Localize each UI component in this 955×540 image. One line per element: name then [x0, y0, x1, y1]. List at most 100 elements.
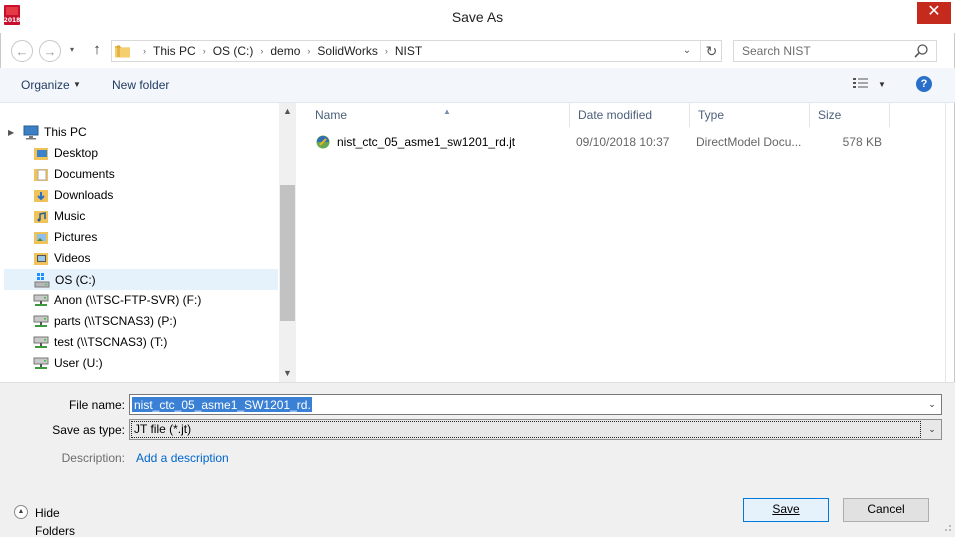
toolbar: Organize ▼ New folder ▼ ? [0, 68, 955, 103]
save-options-panel: File name: ⌄ Save as type: JT file (*.jt… [0, 382, 955, 538]
file-name-dropdown-button[interactable]: ⌄ [924, 396, 940, 413]
navigation-pane[interactable]: ▶ This PC Desktop Documents Downloads Mu… [0, 103, 296, 382]
sidebar-item-label: Anon (\\TSC-FTP-SVR) (F:) [54, 293, 202, 307]
cancel-button[interactable]: Cancel [843, 498, 929, 522]
view-dropdown-icon[interactable]: ▼ [878, 80, 886, 89]
title-bar[interactable]: 2018 Save As ✕ [0, 0, 955, 33]
close-icon: ✕ [927, 3, 941, 20]
column-header-label: Date modified [578, 108, 653, 122]
breadcrumb: › This PC › OS (C:) › demo › SolidWorks … [136, 41, 422, 61]
scroll-up-button[interactable]: ▲ [279, 103, 296, 120]
sidebar-item-documents[interactable]: Documents [4, 164, 278, 185]
breadcrumb-separator[interactable]: › [203, 41, 206, 61]
search-input[interactable] [734, 41, 912, 61]
view-options-icon[interactable] [852, 77, 870, 91]
help-icon[interactable]: ? [916, 76, 932, 92]
breadcrumb-solidworks[interactable]: SolidWorks [317, 41, 377, 61]
scroll-down-button[interactable]: ▼ [279, 365, 296, 382]
chevron-down-icon: ⌄ [682, 45, 692, 56]
search-icon[interactable] [912, 42, 930, 60]
breadcrumb-separator[interactable]: › [260, 41, 263, 61]
sidebar-item-music[interactable]: Music [4, 206, 278, 227]
address-bar[interactable]: › This PC › OS (C:) › demo › SolidWorks … [111, 40, 722, 62]
sidebar-item-user-drive[interactable]: User (U:) [4, 353, 278, 374]
computer-icon [23, 125, 39, 140]
file-name-input[interactable] [132, 397, 312, 412]
pictures-folder-icon [34, 232, 48, 244]
refresh-icon: ↻ [705, 43, 718, 59]
save-as-type-dropdown-button[interactable]: ⌄ [924, 421, 940, 438]
chevron-down-icon: ⌄ [928, 424, 936, 434]
breadcrumb-this-pc[interactable]: This PC [153, 41, 196, 61]
breadcrumb-nist[interactable]: NIST [395, 41, 422, 61]
sidebar-item-parts-drive[interactable]: parts (\\TSCNAS3) (P:) [4, 311, 278, 332]
file-row[interactable]: nist_ctc_05_asme1_sw1201_rd.jt 09/10/201… [307, 131, 927, 153]
column-header-name[interactable]: Name ▲ [307, 103, 570, 127]
jt-file-icon [316, 135, 330, 149]
sidebar-item-downloads[interactable]: Downloads [4, 185, 278, 206]
sort-ascending-icon: ▲ [443, 107, 451, 116]
back-button[interactable]: ← [11, 40, 33, 62]
save-as-type-label: Save as type: [52, 423, 125, 437]
sidebar-item-os-c[interactable]: OS (C:) [4, 269, 278, 290]
organize-button[interactable]: Organize [21, 78, 70, 92]
sidebar-item-label: User (U:) [54, 356, 103, 370]
column-header-date-modified[interactable]: Date modified [570, 103, 690, 127]
address-dropdown-button[interactable]: ⌄ [679, 43, 695, 59]
sidebar-item-label: Music [54, 209, 86, 223]
breadcrumb-separator: › [143, 46, 146, 56]
forward-button[interactable]: → [39, 40, 61, 62]
sidebar-item-label: parts (\\TSCNAS3) (P:) [54, 314, 177, 328]
save-as-type-select[interactable]: JT file (*.jt) ⌄ [129, 419, 942, 440]
sidebar-item-pictures[interactable]: Pictures [4, 227, 278, 248]
breadcrumb-separator[interactable]: › [385, 41, 388, 61]
save-as-type-value[interactable]: JT file (*.jt) [131, 421, 921, 438]
search-box[interactable] [733, 40, 937, 62]
cancel-button-label: Cancel [867, 502, 905, 516]
file-name-label: File name: [68, 398, 125, 412]
up-button[interactable]: ↑ [88, 41, 106, 61]
navigation-bar: ← → ▾ ↑ › This PC › OS (C:) › demo › Sol… [0, 35, 955, 67]
save-button[interactable]: Save [743, 498, 829, 522]
scrollbar-thumb[interactable] [280, 185, 295, 321]
sidebar-item-videos[interactable]: Videos [4, 248, 278, 269]
window-title: Save As [451, 9, 504, 25]
organize-dropdown-icon[interactable]: ▼ [73, 80, 81, 89]
column-header-size[interactable]: Size [810, 103, 890, 127]
scroll-up-icon: ▲ [283, 106, 292, 116]
file-name: nist_ctc_05_asme1_sw1201_rd.jt [337, 135, 516, 149]
file-size: 578 KB [842, 135, 882, 149]
navigation-pane-scrollbar[interactable]: ▲ ▼ [279, 103, 296, 382]
downloads-folder-icon [34, 190, 48, 202]
save-button-label: Save [772, 502, 800, 516]
close-button[interactable]: ✕ [917, 2, 951, 24]
file-date-modified: 09/10/2018 10:37 [576, 135, 670, 149]
description-label: Description: [61, 451, 125, 465]
sidebar-item-test-drive[interactable]: test (\\TSCNAS3) (T:) [4, 332, 278, 353]
breadcrumb-demo[interactable]: demo [270, 41, 300, 61]
hide-folders-label: Hide Folders [35, 506, 76, 538]
sidebar-item-this-pc[interactable]: This PC [4, 122, 278, 143]
scroll-down-icon: ▼ [283, 368, 292, 378]
help-icon-glyph: ? [920, 78, 928, 90]
arrow-left-icon: ← [15, 44, 29, 59]
resize-grip-icon[interactable] [940, 520, 952, 532]
sidebar-item-label: Videos [54, 251, 91, 265]
sidebar-item-desktop[interactable]: Desktop [4, 143, 278, 164]
sidebar-item-label: Downloads [54, 188, 114, 202]
file-list[interactable]: Name ▲ Date modified Type Size nist_ctc_… [297, 103, 945, 382]
pane-divider [945, 103, 946, 382]
recent-locations-button[interactable]: ▾ [67, 44, 77, 56]
add-description-link[interactable]: Add a description [136, 451, 229, 465]
sidebar-item-label: test (\\TSCNAS3) (T:) [54, 335, 168, 349]
network-drive-icon [33, 315, 49, 327]
breadcrumb-os-c[interactable]: OS (C:) [213, 41, 254, 61]
sidebar-item-anon-drive[interactable]: Anon (\\TSC-FTP-SVR) (F:) [4, 290, 278, 311]
breadcrumb-separator[interactable]: › [307, 41, 310, 61]
refresh-button[interactable]: ↻ [700, 41, 722, 61]
network-drive-icon [33, 294, 49, 306]
column-header-type[interactable]: Type [690, 103, 810, 127]
file-name-combobox[interactable]: ⌄ [129, 394, 942, 415]
arrow-up-icon: ↑ [93, 41, 101, 58]
new-folder-button[interactable]: New folder [112, 78, 169, 92]
